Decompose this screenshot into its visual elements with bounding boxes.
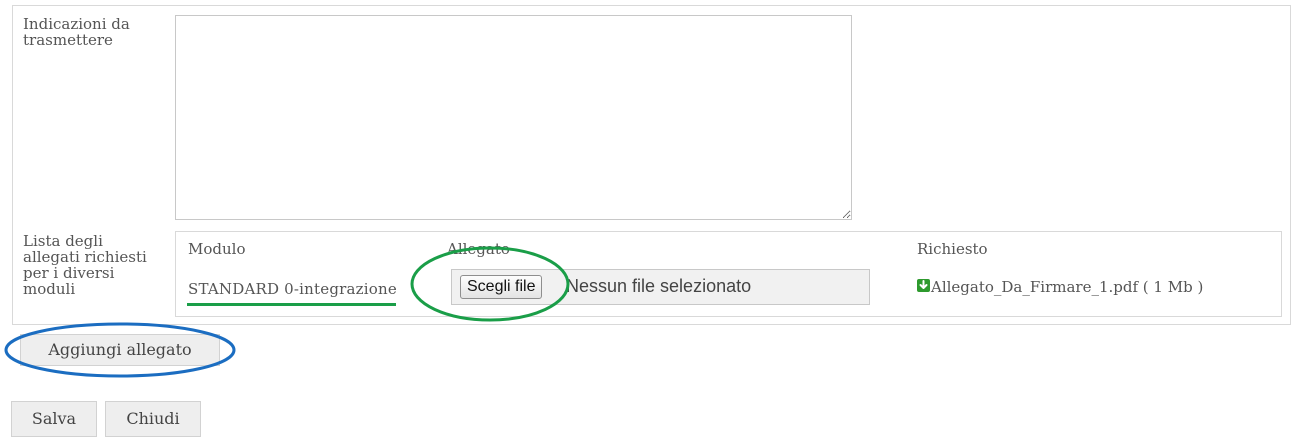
attachments-label: Lista degli allegati richiesti per i div… bbox=[23, 232, 147, 298]
close-button[interactable]: Chiudi bbox=[105, 401, 201, 437]
module-underline bbox=[187, 303, 396, 306]
add-attachment-button[interactable]: Aggiungi allegato bbox=[20, 334, 220, 366]
download-icon[interactable] bbox=[917, 279, 930, 292]
column-header-allegato: Allegato bbox=[447, 240, 510, 258]
save-button[interactable]: Salva bbox=[11, 401, 97, 437]
file-input[interactable]: Scegli file Nessun file selezionato bbox=[451, 269, 870, 305]
column-header-modulo: Modulo bbox=[188, 240, 246, 258]
choose-file-button[interactable]: Scegli file bbox=[460, 275, 543, 299]
module-name: STANDARD 0-integrazione bbox=[188, 280, 397, 298]
file-status-text: Nessun file selezionato bbox=[566, 276, 752, 296]
notes-label: Indicazioni da trasmettere bbox=[23, 15, 130, 49]
column-header-richiesto: Richiesto bbox=[917, 240, 988, 258]
notes-textarea[interactable] bbox=[175, 15, 852, 220]
form-panel: Indicazioni da trasmettere Lista degli a… bbox=[12, 5, 1291, 325]
attachments-table: Modulo Allegato Richiesto STANDARD 0-int… bbox=[175, 231, 1282, 317]
required-file-link[interactable]: Allegato_Da_Firmare_1.pdf ( 1 Mb ) bbox=[931, 278, 1203, 296]
